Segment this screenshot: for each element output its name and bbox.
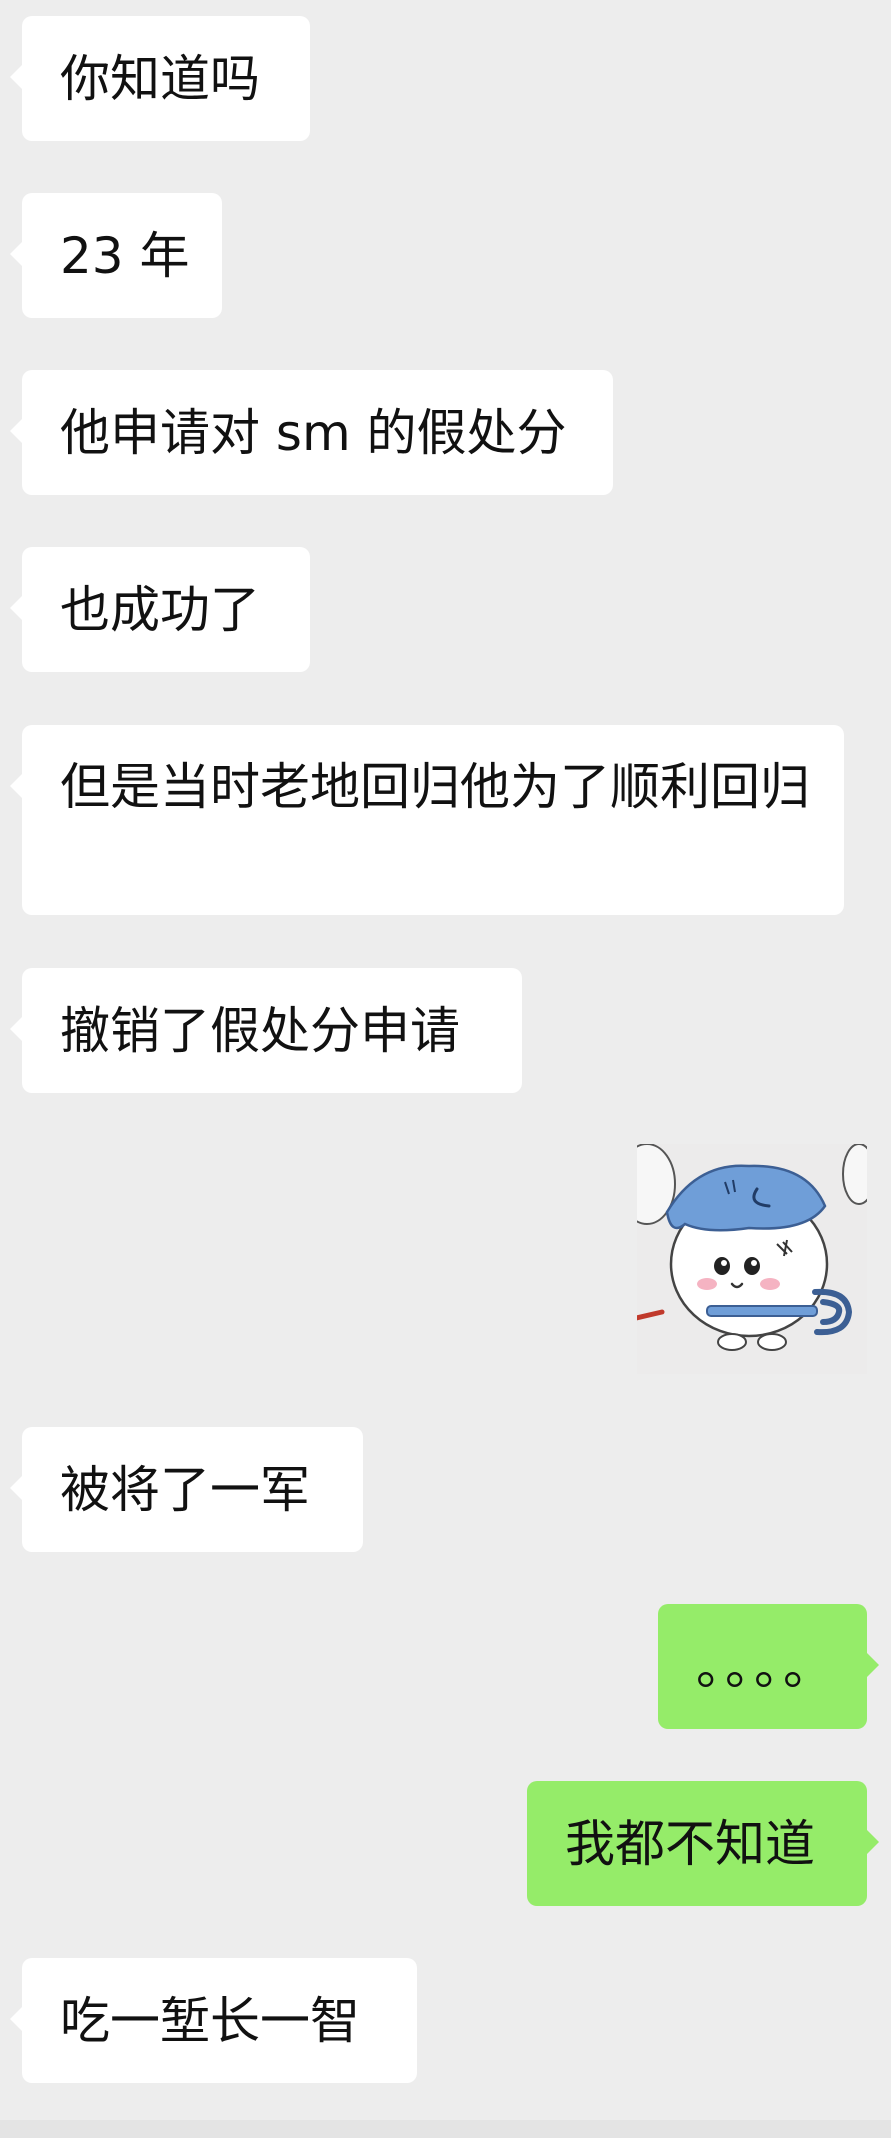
message-bubble[interactable]: 被将了一军: [10, 1427, 363, 1552]
message-bubble[interactable]: 你知道吗: [10, 16, 310, 141]
chat-history[interactable]: 你知道吗 23 年 他申请对 sm 的假处分 也成功了 但是当时老地回归他为了顺…: [0, 0, 891, 2138]
message-bubble[interactable]: 也成功了: [10, 547, 310, 672]
message-bubble[interactable]: 我都不知道: [527, 1781, 879, 1906]
message-bubble[interactable]: 吃一堑长一智: [10, 1958, 417, 2083]
message-bubble[interactable]: 他申请对 sm 的假处分: [10, 370, 613, 495]
message-bubble[interactable]: 撤销了假处分申请: [10, 968, 522, 1093]
hamster-character-sticker-icon: [637, 1144, 867, 1374]
message-bubble[interactable]: 。。。。: [658, 1604, 879, 1729]
bottom-edge: [0, 2120, 891, 2138]
message-bubble[interactable]: 但是当时老地回归他为了顺利回归: [10, 725, 844, 915]
sticker-message[interactable]: [637, 1144, 867, 1374]
message-bubble[interactable]: 23 年: [10, 193, 222, 318]
